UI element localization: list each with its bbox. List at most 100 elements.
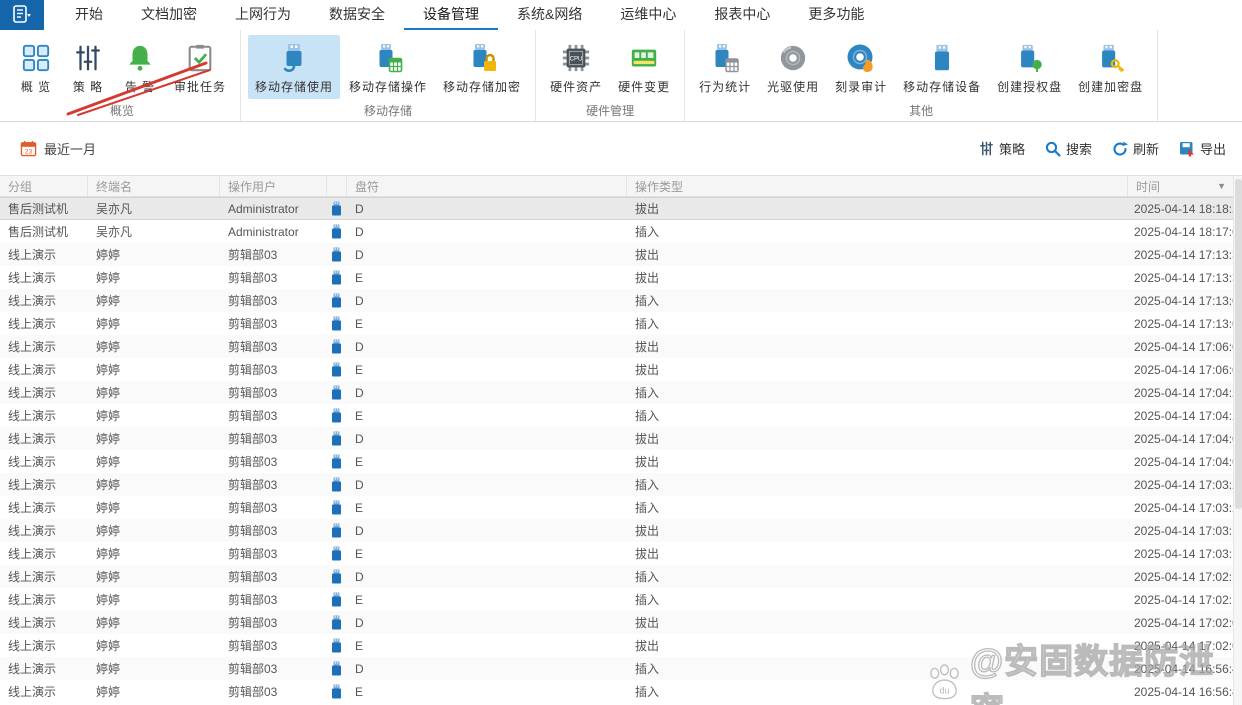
cell-group: 线上演示	[0, 338, 88, 355]
cell-time: 2025-04-14 17:13:37	[1128, 271, 1242, 285]
overview-button[interactable]: 概 览	[11, 35, 61, 99]
menu-bar: 开始 文档加密 上网行为 数据安全 设备管理 系统&网络 运维中心 报表中心 更…	[0, 0, 1242, 30]
cell-time: 2025-04-14 17:03:20	[1128, 478, 1242, 492]
table-row[interactable]: 线上演示 婷婷 剪辑部03 E 拔出 2025-04-14 17:13:37	[0, 266, 1242, 289]
storage-operation-button[interactable]: 移动存储操作	[342, 35, 434, 99]
table-row[interactable]: 线上演示 婷婷 剪辑部03 D 插入 2025-04-14 17:04:29	[0, 381, 1242, 404]
cell-user: 剪辑部03	[220, 476, 327, 493]
time-header-label: 时间	[1136, 178, 1160, 195]
column-header-icon[interactable]	[327, 176, 347, 196]
table-row[interactable]: 线上演示 婷婷 剪辑部03 D 拔出 2025-04-14 17:06:00	[0, 335, 1242, 358]
cell-terminal: 婷婷	[88, 545, 220, 562]
storage-usage-button[interactable]: 移动存储使用	[248, 35, 340, 99]
cell-operation-type: 插入	[627, 660, 1128, 677]
cell-drive-letter: E	[347, 455, 627, 469]
cell-group: 线上演示	[0, 660, 88, 677]
table-row[interactable]: 线上演示 婷婷 剪辑部03 E 拔出 2025-04-14 17:02:09	[0, 634, 1242, 657]
policy-action-button[interactable]: 策略	[979, 139, 1025, 158]
table-row[interactable]: 线上演示 婷婷 剪辑部03 D 拔出 2025-04-14 17:13:37	[0, 243, 1242, 266]
cell-operation-type: 拔出	[627, 453, 1128, 470]
column-header-terminal[interactable]: 终端名	[88, 176, 220, 196]
tab-more-functions[interactable]: 更多功能	[789, 0, 883, 30]
storage-encryption-label: 移动存储加密	[443, 78, 521, 95]
usb-drive-icon	[327, 339, 347, 354]
optical-drive-usage-button[interactable]: 光驱使用	[760, 35, 826, 99]
search-action-button[interactable]: 搜索	[1045, 139, 1092, 158]
export-action-button[interactable]: 导出	[1179, 139, 1226, 158]
cell-drive-letter: D	[347, 294, 627, 308]
document-logo-icon	[11, 5, 33, 25]
column-header-group[interactable]: 分组	[0, 176, 88, 196]
table-body: 售后测试机 吴亦凡 Administrator D 拔出 2025-04-14 …	[0, 197, 1242, 704]
alert-button[interactable]: 告 警	[115, 35, 165, 99]
table-row[interactable]: 售后测试机 吴亦凡 Administrator D 拔出 2025-04-14 …	[0, 197, 1242, 220]
table-row[interactable]: 线上演示 婷婷 剪辑部03 E 插入 2025-04-14 17:02:11	[0, 588, 1242, 611]
table-row[interactable]: 线上演示 婷婷 剪辑部03 E 插入 2025-04-14 17:13:00	[0, 312, 1242, 335]
usb-drive-icon	[327, 385, 347, 400]
table-row[interactable]: 线上演示 婷婷 剪辑部03 E 拔出 2025-04-14 17:03:15	[0, 542, 1242, 565]
table-row[interactable]: 线上演示 婷婷 剪辑部03 D 插入 2025-04-14 17:13:00	[0, 289, 1242, 312]
cell-terminal: 婷婷	[88, 292, 220, 309]
column-header-user[interactable]: 操作用户	[220, 176, 327, 196]
table-row[interactable]: 线上演示 婷婷 剪辑部03 E 拔出 2025-04-14 17:06:00	[0, 358, 1242, 381]
behavior-stats-button[interactable]: 行为统计	[692, 35, 758, 99]
tab-web-behavior[interactable]: 上网行为	[216, 0, 310, 30]
tab-doc-encryption[interactable]: 文档加密	[122, 0, 216, 30]
column-header-op-type[interactable]: 操作类型	[627, 176, 1128, 196]
usb-drive-icon	[327, 431, 347, 446]
policy-button[interactable]: 策 略	[63, 35, 113, 99]
hardware-assets-button[interactable]: CPU 硬件资产	[543, 35, 609, 99]
table-row[interactable]: 线上演示 婷婷 剪辑部03 D 拔出 2025-04-14 17:02:09	[0, 611, 1242, 634]
tab-device-management[interactable]: 设备管理	[404, 0, 498, 30]
tab-report-center[interactable]: 报表中心	[695, 0, 789, 30]
ribbon-group-other: 行为统计 光驱使用	[685, 30, 1158, 121]
table-row[interactable]: 线上演示 婷婷 剪辑部03 E 插入 2025-04-14 17:04:29	[0, 404, 1242, 427]
column-header-time[interactable]: 时间 ▼	[1128, 176, 1242, 196]
vertical-scrollbar[interactable]	[1233, 176, 1242, 705]
cell-group: 线上演示	[0, 614, 88, 631]
cell-time: 2025-04-14 18:17:02	[1128, 225, 1242, 239]
table-row[interactable]: 线上演示 婷婷 剪辑部03 D 拔出 2025-04-14 17:03:15	[0, 519, 1242, 542]
date-range-filter[interactable]: 23 最近一月	[20, 139, 96, 158]
table-row[interactable]: 线上演示 婷婷 剪辑部03 D 拔出 2025-04-14 17:04:06	[0, 427, 1242, 450]
tab-data-security[interactable]: 数据安全	[310, 0, 404, 30]
cell-user: 剪辑部03	[220, 591, 327, 608]
cpu-icon: CPU	[558, 40, 594, 76]
table-row[interactable]: 线上演示 婷婷 剪辑部03 D 插入 2025-04-14 17:02:11	[0, 565, 1242, 588]
table-row[interactable]: 线上演示 婷婷 剪辑部03 D 插入 2025-04-14 17:03:20	[0, 473, 1242, 496]
tab-system-network[interactable]: 系统&网络	[498, 0, 601, 30]
table-row[interactable]: 线上演示 婷婷 剪辑部03 E 插入 2025-04-14 16:56:48	[0, 680, 1242, 703]
burn-audit-button[interactable]: 刻录审计	[828, 35, 894, 99]
table-row[interactable]: 线上演示 婷婷 剪辑部03 E 插入 2025-04-14 17:03:20	[0, 496, 1242, 519]
scrollbar-thumb[interactable]	[1235, 179, 1242, 509]
table-row[interactable]: 售后测试机 吴亦凡 Administrator D 插入 2025-04-14 …	[0, 220, 1242, 243]
storage-encryption-button[interactable]: 移动存储加密	[436, 35, 528, 99]
table-row[interactable]: 线上演示 婷婷 剪辑部03 D 插入 2025-04-14 16:56:48	[0, 657, 1242, 680]
cell-operation-type: 插入	[627, 476, 1128, 493]
approval-tasks-button[interactable]: 审批任务	[167, 35, 233, 99]
device-management-app: 开始 文档加密 上网行为 数据安全 设备管理 系统&网络 运维中心 报表中心 更…	[0, 0, 1242, 705]
table-row[interactable]: 线上演示 婷婷 剪辑部03 E 拔出 2025-04-14 17:04:06	[0, 450, 1242, 473]
column-header-drive[interactable]: 盘符	[347, 176, 627, 196]
hardware-changes-button[interactable]: 硬件变更	[611, 35, 677, 99]
cell-user: 剪辑部03	[220, 430, 327, 447]
chevron-down-icon[interactable]: ▼	[1217, 181, 1226, 191]
create-authorized-disk-button[interactable]: 创建授权盘	[990, 35, 1069, 99]
storage-devices-button[interactable]: 移动存储设备	[896, 35, 988, 99]
approval-tasks-label: 审批任务	[174, 78, 226, 95]
cell-operation-type: 拔出	[627, 614, 1128, 631]
app-logo-button[interactable]	[0, 0, 44, 30]
refresh-action-button[interactable]: 刷新	[1112, 139, 1159, 158]
policy-action-label: 策略	[999, 139, 1025, 158]
cell-operation-type: 拔出	[627, 522, 1128, 539]
create-encrypted-disk-button[interactable]: 创建加密盘	[1071, 35, 1150, 99]
cell-operation-type: 拔出	[627, 361, 1128, 378]
tab-ops-center[interactable]: 运维中心	[601, 0, 695, 30]
burn-audit-label: 刻录审计	[835, 78, 887, 95]
cell-terminal: 婷婷	[88, 499, 220, 516]
usb-drive-icon	[327, 592, 347, 607]
cell-user: 剪辑部03	[220, 545, 327, 562]
tab-start[interactable]: 开始	[56, 0, 122, 30]
sliders-icon	[70, 40, 106, 76]
cell-time: 2025-04-14 17:02:11	[1128, 593, 1242, 607]
